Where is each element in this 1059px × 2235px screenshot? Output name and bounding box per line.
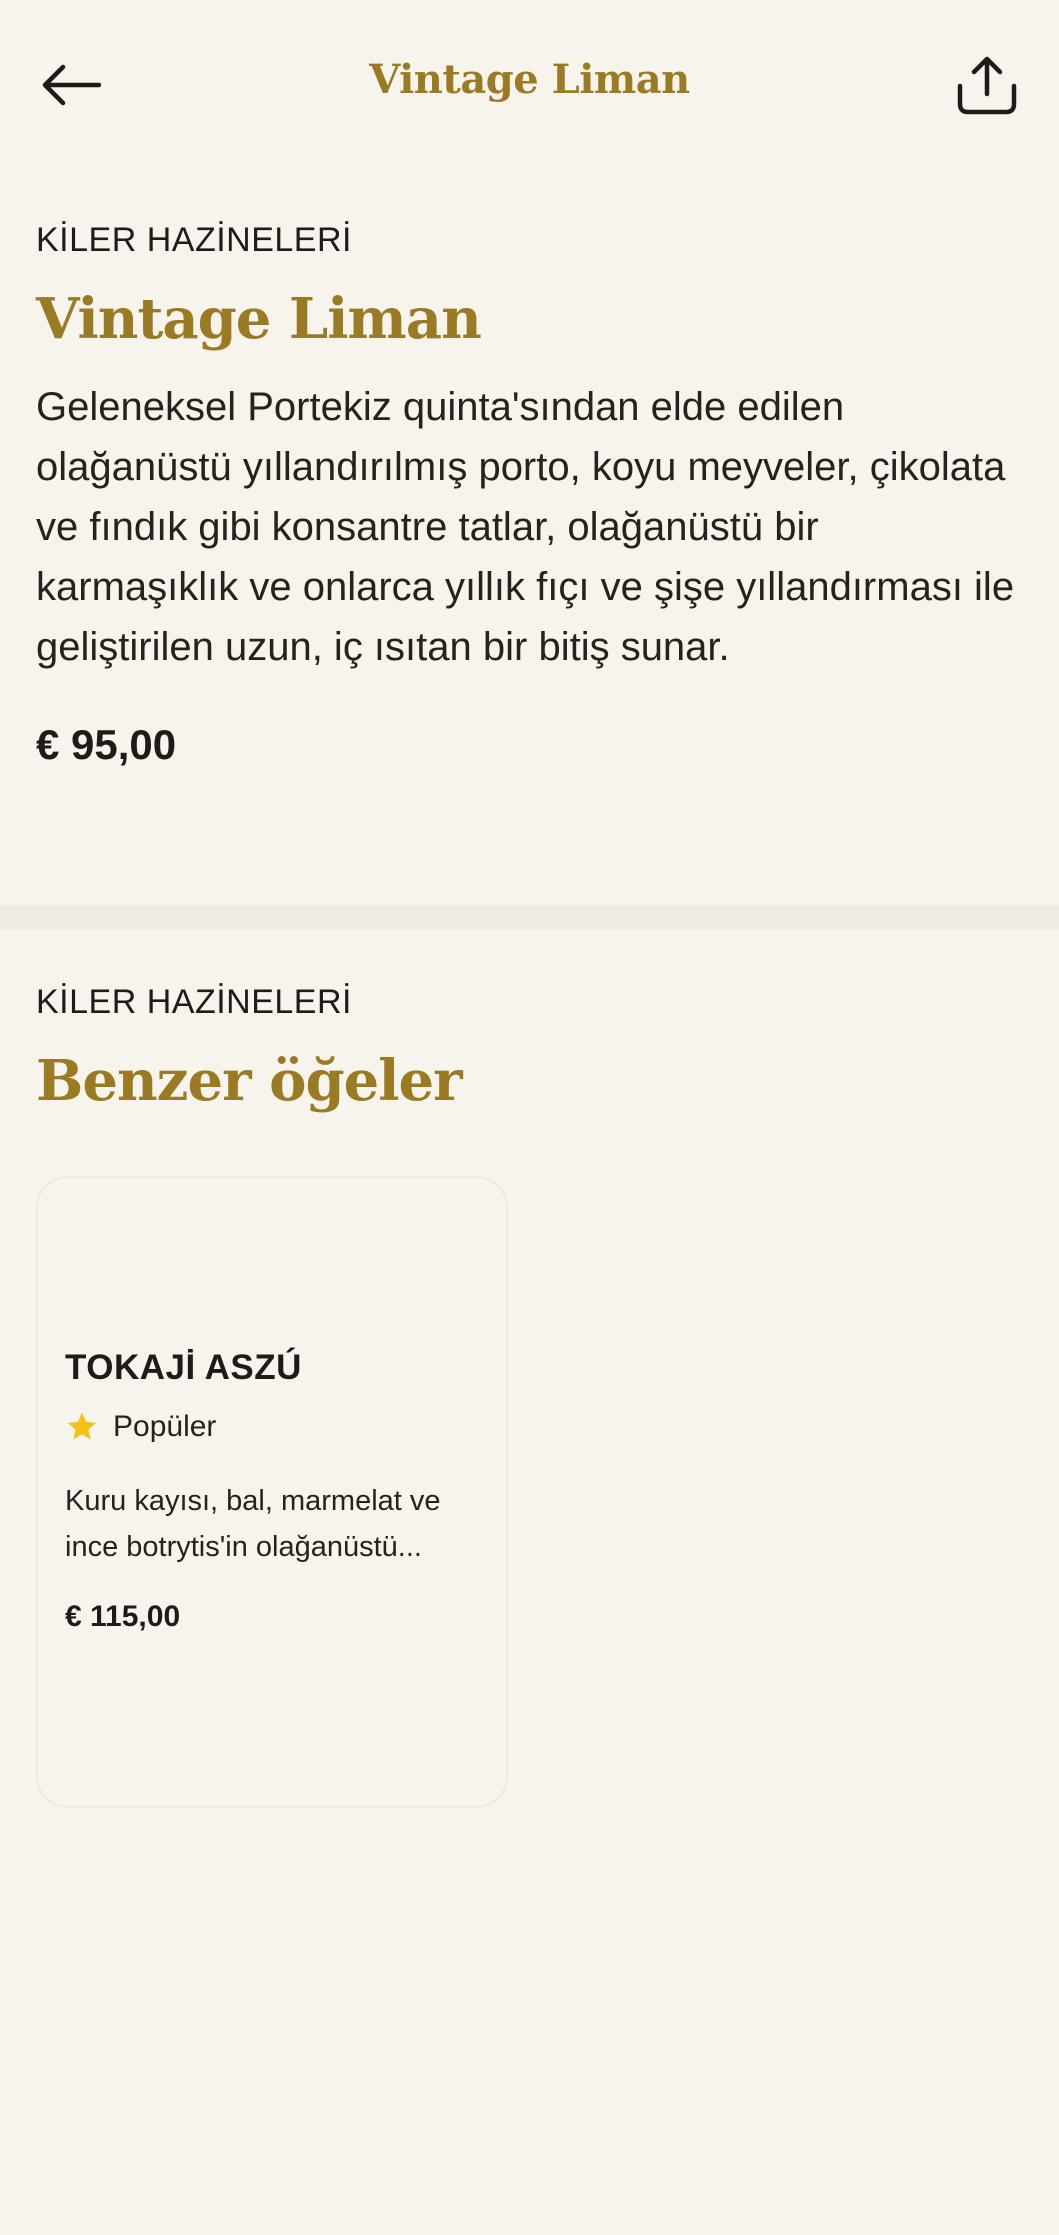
product-category: KİLER HAZİNELERİ	[36, 221, 352, 259]
similar-item-description: Kuru kayısı, bal, marmelat ve ince botry…	[65, 1485, 441, 1563]
badge-label: Popüler	[113, 1410, 217, 1443]
top-app-bar: Vintage Liman	[0, 0, 1059, 170]
product-price: € 95,00	[36, 721, 177, 769]
section-divider	[0, 905, 1059, 929]
similar-item-price: € 115,00	[65, 1600, 181, 1633]
share-upload-icon	[957, 56, 1017, 115]
similar-item-card[interactable]: TOKAJİ ASZÚ Popüler Kuru kayısı, bal, ma…	[36, 1176, 508, 1808]
product-details: KİLER HAZİNELERİ Vintage Liman Gelenekse…	[36, 220, 1026, 769]
share-button[interactable]	[950, 48, 1024, 122]
similar-item-name: TOKAJİ ASZÚ	[65, 1348, 302, 1387]
popular-badge: Popüler	[65, 1410, 216, 1444]
product-description: Geleneksel Portekiz quinta'sından elde e…	[36, 385, 1015, 670]
header-title: Vintage Liman	[369, 56, 690, 103]
similar-category: KİLER HAZİNELERİ	[36, 983, 352, 1021]
similar-heading: Benzer öğeler	[36, 1047, 463, 1114]
similar-items-section: KİLER HAZİNELERİ Benzer öğeler	[36, 982, 1026, 1113]
star-icon	[67, 1412, 97, 1440]
product-name: Vintage Liman	[36, 285, 482, 352]
